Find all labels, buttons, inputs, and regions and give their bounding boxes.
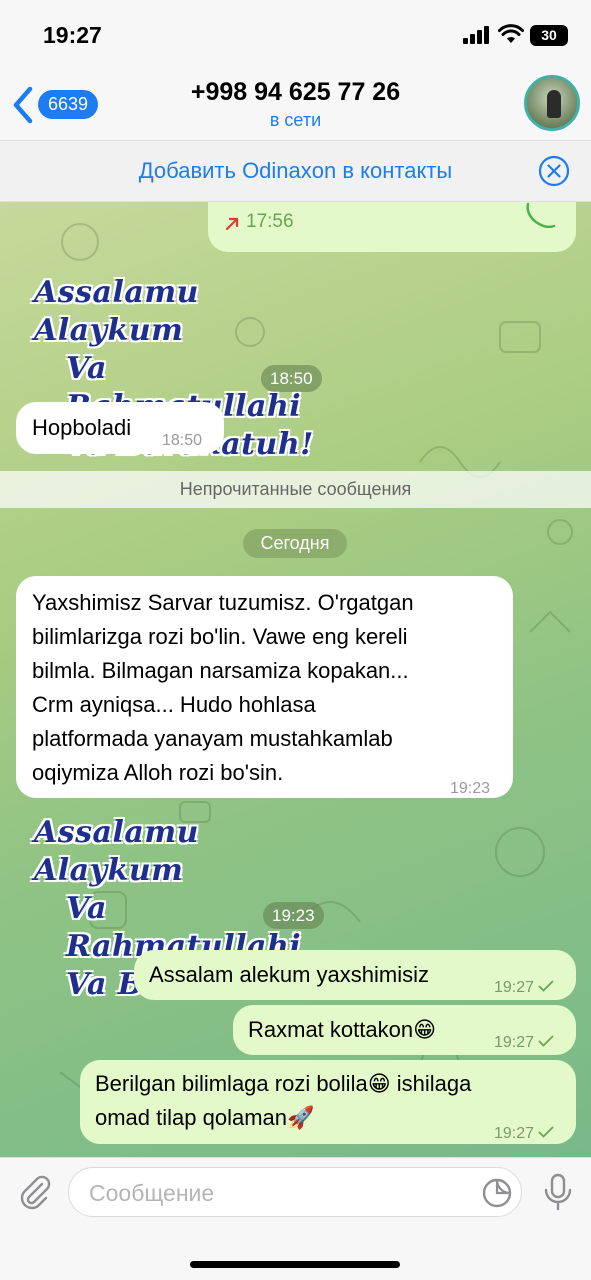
status-bar: 19:27 30 xyxy=(0,0,591,70)
phone-icon[interactable] xyxy=(522,202,558,228)
message-text: Assalam alekum yaxshimisiz xyxy=(149,962,429,987)
add-contact-banner: Добавить Odinaxon в контакты xyxy=(0,140,591,202)
sticker-time: 19:23 xyxy=(263,902,324,929)
unread-messages-divider: Непрочитанные сообщения xyxy=(0,471,591,508)
chat-header: 6639 +998 94 625 77 26 в сети xyxy=(0,70,591,140)
chat-area[interactable]: 17:56 Assalamu Alaykum Va Rahmatullahi V… xyxy=(0,202,591,1157)
check-icon xyxy=(538,1035,554,1047)
outgoing-message[interactable]: Berilgan bilimlaga rozi bolila😁 ishilaga… xyxy=(80,1060,576,1144)
close-circle-icon[interactable] xyxy=(538,155,570,187)
date-separator: Сегодня xyxy=(243,529,347,558)
message-time: 19:27 xyxy=(494,971,554,1005)
incoming-message[interactable]: Hopboladi 18:50 xyxy=(16,402,224,454)
message-line: oqiymiza Alloh rozi bo'sin. xyxy=(32,760,284,785)
message-time: 19:27 xyxy=(494,1026,554,1060)
attach-icon[interactable] xyxy=(16,1174,52,1210)
home-indicator xyxy=(190,1261,400,1268)
message-line: Crm ayniqsa... Hudo hohlasa xyxy=(32,692,316,717)
mic-icon[interactable] xyxy=(543,1173,573,1211)
call-time: 17:56 xyxy=(246,211,294,232)
message-input-placeholder: Сообщение xyxy=(89,1180,215,1206)
message-line: omad tilap qolaman🚀 xyxy=(95,1105,315,1130)
message-line: platformada yanayam mustahkamlab xyxy=(32,726,393,751)
sticker-time: 18:50 xyxy=(261,365,322,392)
message-text: Hopboladi xyxy=(32,415,132,440)
message-line: bilmla. Bilmagan narsamiza kopakan... xyxy=(32,658,409,683)
message-line: Yaxshimisz Sarvar tuzumisz. O'rgatgan xyxy=(32,590,414,615)
status-time: 19:27 xyxy=(43,22,102,48)
message-line: Berilgan bilimlaga rozi bolila😁 ishilaga xyxy=(95,1071,472,1096)
incoming-message[interactable]: Yaxshimisz Sarvar tuzumisz. O'rgatgan bi… xyxy=(16,576,513,798)
message-time: 18:50 xyxy=(162,432,203,449)
wifi-icon xyxy=(498,24,524,43)
chat-online-status: в сети xyxy=(269,110,322,130)
message-time: 19:23 xyxy=(450,780,491,797)
check-icon xyxy=(538,980,554,992)
outgoing-message[interactable]: Assalam alekum yaxshimisiz 19:27 xyxy=(134,950,576,1000)
chat-title[interactable]: +998 94 625 77 26 xyxy=(0,78,591,107)
outgoing-message[interactable]: Raxmat kottakon😁 19:27 xyxy=(233,1005,576,1055)
message-time: 19:27 xyxy=(494,1117,554,1151)
signal-icon xyxy=(463,26,493,44)
add-contact-button[interactable]: Добавить Odinaxon в контакты xyxy=(0,158,591,184)
battery-indicator: 30 xyxy=(530,25,568,46)
message-text: Raxmat kottakon😁 xyxy=(248,1017,437,1042)
avatar[interactable] xyxy=(524,75,580,131)
message-line: bilimlarizga rozi bo'lin. Vawe eng kerel… xyxy=(32,624,408,649)
check-icon xyxy=(538,1126,554,1138)
sticker-icon[interactable] xyxy=(481,1177,513,1209)
message-input[interactable]: Сообщение xyxy=(68,1167,522,1217)
outgoing-arrow-icon xyxy=(225,217,239,231)
